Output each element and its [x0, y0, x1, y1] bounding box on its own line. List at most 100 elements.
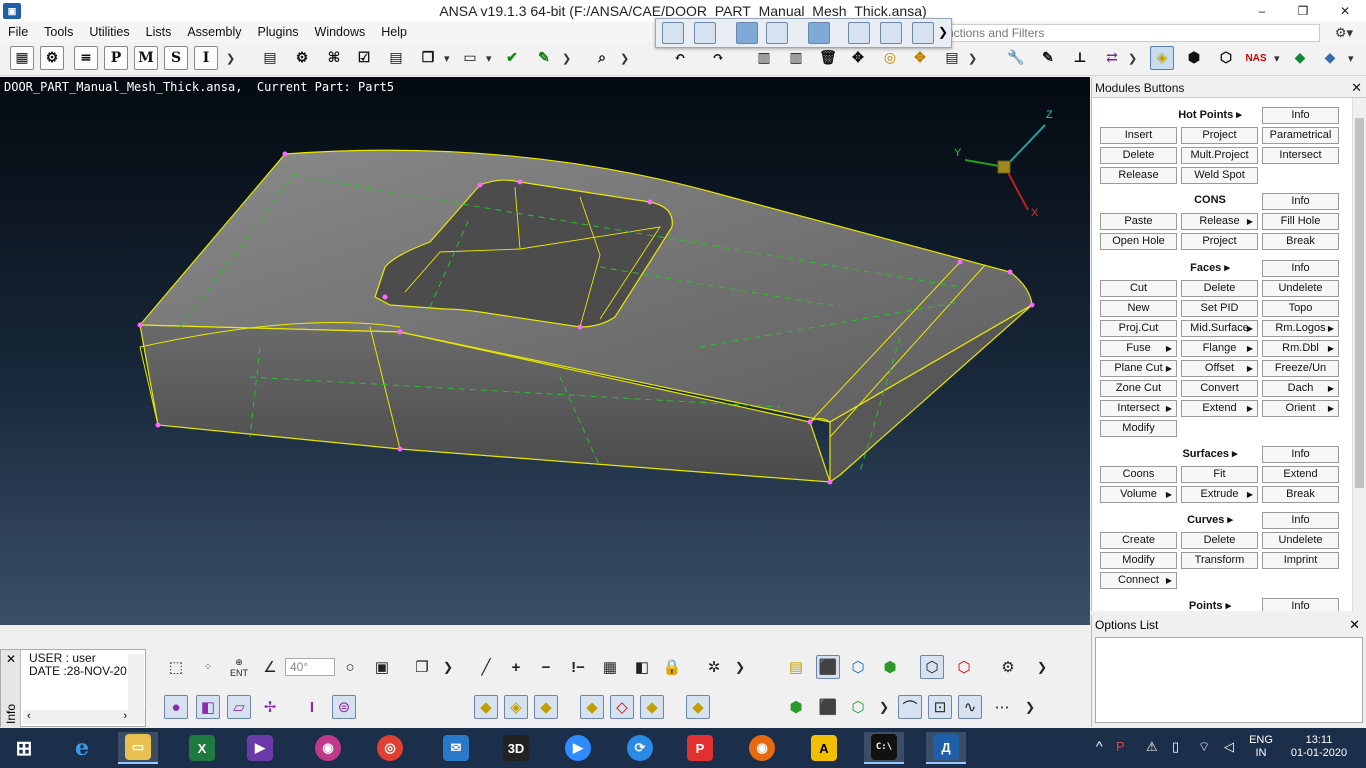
grid-view-icon[interactable]: ▦ — [10, 46, 34, 70]
green-shape-icon[interactable]: ◆ — [1288, 46, 1312, 70]
hp-select-icon-2[interactable]: ◈ — [504, 695, 528, 719]
info-vertical-scrollbar[interactable] — [128, 654, 144, 710]
faces-plane-cut-button[interactable]: Plane Cut ▶ — [1100, 360, 1177, 377]
tray-clock[interactable]: 13:11 01-01-2020 — [1284, 734, 1354, 760]
blue-shape-icon[interactable]: ◆ — [1318, 46, 1342, 70]
cons-title[interactable]: CONS — [1152, 194, 1268, 206]
tray-network-icon[interactable]: ⚠ — [1146, 740, 1158, 753]
curves-info-button[interactable]: Info — [1262, 512, 1339, 529]
file-explorer-icon[interactable]: ▭ — [118, 732, 158, 764]
i-beam-icon[interactable]: I — [300, 695, 324, 719]
hp-intersect-button[interactable]: Intersect — [1262, 147, 1339, 164]
hp-select-icon-3[interactable]: ◆ — [534, 695, 558, 719]
bottom-more-icon-2[interactable]: ❯ — [728, 655, 752, 679]
options-close-icon[interactable]: ✕ — [1349, 615, 1360, 635]
measure-icon[interactable]: ▥ — [752, 46, 776, 70]
copy-dropdown-icon[interactable]: ▾ — [444, 52, 450, 65]
menu-file[interactable]: File — [0, 22, 36, 42]
excel-icon[interactable]: X — [182, 732, 222, 764]
frame-select-icon[interactable]: ▣ — [370, 655, 394, 679]
faces-new-button[interactable]: New — [1100, 300, 1177, 317]
surf-fit-button[interactable]: Fit — [1181, 466, 1258, 483]
remove-icon[interactable]: − — [534, 655, 558, 679]
surf-volume-button[interactable]: Volume ▶ — [1100, 486, 1177, 503]
faces-title[interactable]: Faces ▸ — [1152, 261, 1268, 274]
mesh-volume-icon[interactable]: ⬡ — [846, 695, 870, 719]
hp-mult-project-button[interactable]: Mult.Project — [1181, 147, 1258, 164]
start-windows-icon[interactable]: ⊞ — [4, 732, 44, 764]
cons-break-button[interactable]: Break — [1262, 233, 1339, 250]
faces-freeze-button[interactable]: Freeze/Un — [1262, 360, 1339, 377]
menu-plugins[interactable]: Plugins — [250, 22, 307, 42]
tray-volume-icon[interactable]: ◁ — [1224, 740, 1234, 753]
menu-windows[interactable]: Windows — [307, 22, 374, 42]
red-cube-icon[interactable]: ⬡ — [952, 655, 976, 679]
cons-info-button[interactable]: Info — [1262, 193, 1339, 210]
curves-transform-button[interactable]: Transform — [1181, 552, 1258, 569]
minimize-button[interactable]: – — [1247, 0, 1277, 22]
curves-undelete-button[interactable]: Undelete — [1262, 532, 1339, 549]
set-s-button[interactable]: S — [164, 46, 188, 70]
coil-icon[interactable]: ◎ — [878, 46, 902, 70]
bottom-more-icon-3[interactable]: ❯ — [1030, 655, 1054, 679]
presentation-app-icon[interactable]: P — [680, 732, 720, 764]
visual-studio-icon[interactable]: ▶ — [240, 732, 280, 764]
functions-search-input[interactable]: nctions and Filters — [940, 24, 1320, 42]
monitor-icon[interactable]: ▭ — [458, 46, 482, 70]
bottom-more-icon-5[interactable]: ❯ — [1018, 695, 1042, 719]
volume-mesh-icon[interactable]: ⬡ — [1214, 46, 1238, 70]
angle-select-icon[interactable]: ∠ — [258, 655, 282, 679]
geometry-mode-icon[interactable]: ◈ — [1150, 46, 1174, 70]
sync-app-icon[interactable]: ⟳ — [620, 732, 660, 764]
entity-select-icon[interactable]: ⊕ ENT — [227, 655, 251, 679]
mesh-shell-icon[interactable]: ⬢ — [784, 695, 808, 719]
faces-intersect-button[interactable]: Intersect ▶ — [1100, 400, 1177, 417]
grid-icon[interactable] — [912, 22, 934, 44]
catia-icon[interactable]: 3D — [496, 732, 536, 764]
hot-points-info-button[interactable]: Info — [1262, 107, 1339, 124]
3d-viewport[interactable]: DOOR_PART_Manual_Mesh_Thick.ansa, Curren… — [0, 77, 1090, 625]
circle-select-icon[interactable]: ○ — [338, 655, 362, 679]
surfaces-title[interactable]: Surfaces ▸ — [1152, 447, 1268, 460]
chrome-icon[interactable]: ◎ — [370, 732, 410, 764]
sphere-icon[interactable]: ● — [164, 695, 188, 719]
mesh-solid-icon[interactable]: ⬛ — [816, 695, 840, 719]
surfaces-info-button[interactable]: Info — [1262, 446, 1339, 463]
curves-delete-button[interactable]: Delete — [1181, 532, 1258, 549]
gears-icon[interactable]: ⚙ — [290, 46, 314, 70]
numbers-icon[interactable] — [694, 22, 716, 44]
trash-icon[interactable]: 🗑 — [816, 46, 840, 70]
menu-tools[interactable]: Tools — [36, 22, 81, 42]
zoom-icon[interactable]: ⌕ — [590, 46, 614, 70]
line-draw-icon[interactable]: ╱ — [474, 655, 498, 679]
modules-scroll-thumb[interactable] — [1355, 118, 1364, 488]
points-cross-icon[interactable]: ✢ — [258, 695, 282, 719]
tray-wifi-icon[interactable]: ⌔ — [1198, 740, 1210, 753]
faces-undelete-button[interactable]: Undelete — [1262, 280, 1339, 297]
cube-settings-icon[interactable]: ⚙ — [996, 655, 1020, 679]
layers-icon[interactable]: ❐ — [410, 655, 434, 679]
colored-cube-icon[interactable]: ⬢ — [878, 655, 902, 679]
modules-scrollbar[interactable] — [1352, 98, 1366, 611]
align-icon[interactable]: ⊥ — [1068, 46, 1092, 70]
cons-release-button[interactable]: Release ▶ — [1181, 213, 1258, 230]
section-icon[interactable]: ⊜ — [332, 695, 356, 719]
prism-icon[interactable]: ◧ — [196, 695, 220, 719]
curves-create-button[interactable]: Create — [1100, 532, 1177, 549]
faces-flange-button[interactable]: Flange ▶ — [1181, 340, 1258, 357]
check-icon[interactable]: ✔ — [500, 46, 524, 70]
split-view-icon[interactable] — [766, 22, 788, 44]
hp-project-button[interactable]: Project — [1181, 127, 1258, 144]
options-list-body[interactable] — [1095, 637, 1363, 723]
toolbar-more-icon-2[interactable]: ❯ — [562, 52, 571, 65]
door-part-model[interactable] — [0, 77, 1090, 625]
toolbar-more-icon-5[interactable]: ❯ — [1128, 52, 1137, 65]
redo-icon[interactable]: ↷ — [706, 46, 730, 70]
bottom-more-icon[interactable]: ❯ — [436, 655, 460, 679]
command-prompt-icon[interactable]: C:\ — [864, 732, 904, 764]
cons-project-button[interactable]: Project — [1181, 233, 1258, 250]
invert-icon[interactable]: !− — [566, 655, 590, 679]
extrude-shape-icon[interactable]: ▱ — [227, 695, 251, 719]
face-select-icon-2[interactable]: ◇ — [610, 695, 634, 719]
edit-doc-icon[interactable]: ✎ — [1036, 46, 1060, 70]
